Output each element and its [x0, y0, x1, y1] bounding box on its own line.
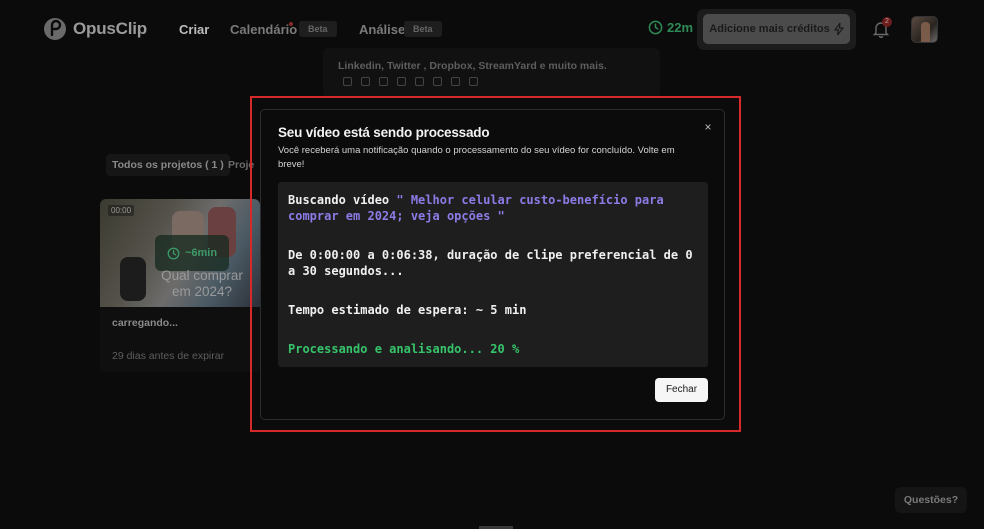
- source-panel: [323, 48, 660, 98]
- project-title: carregando...: [112, 317, 178, 329]
- add-credits-button-wrap: Adicione mais créditos: [697, 9, 856, 50]
- avatar[interactable]: [911, 16, 938, 43]
- opusclip-logo-icon: [44, 18, 66, 40]
- tab-all-projects[interactable]: Todos os projetos ( 1 ): [106, 154, 230, 176]
- lightning-icon: [834, 23, 844, 35]
- add-credits-label: Adicione mais créditos: [709, 23, 830, 35]
- new-indicator-dot: [289, 22, 293, 26]
- beta-badge-calendario: Beta: [299, 21, 337, 37]
- logo-text: OpusClip: [73, 19, 147, 38]
- notification-badge: 2: [882, 17, 892, 27]
- project-card[interactable]: 00:00 ~6min Qual comprar em 2024? carreg…: [100, 199, 260, 372]
- dropbox-icon: [469, 77, 478, 86]
- zoom-icon: [361, 77, 370, 86]
- project-thumbnail: 00:00 ~6min Qual comprar em 2024?: [100, 199, 260, 307]
- clock-icon: [648, 20, 663, 35]
- overlay-time: ~6min: [184, 247, 218, 259]
- thumbnail-caption: Qual comprar em 2024?: [161, 268, 243, 299]
- close-button[interactable]: Fechar: [655, 378, 708, 402]
- modal-subtitle: Você receberá uma notificação quando o p…: [278, 145, 675, 170]
- processing-modal: Seu vídeo está sendo processado Você rec…: [260, 109, 725, 420]
- pin-icon: [397, 77, 406, 86]
- log-wait-line: Tempo estimado de espera: ~ 5 min: [288, 303, 527, 317]
- twitter-icon: [451, 77, 460, 86]
- log-range-line: De 0:00:00 a 0:06:38, duração de clipe p…: [288, 248, 693, 278]
- nav-calendario[interactable]: Calendário: [230, 22, 297, 37]
- source-icons: [343, 77, 478, 86]
- source-text: Linkedin, Twitter , Dropbox, StreamYard …: [338, 60, 607, 72]
- modal-title: Seu vídeo está sendo processado: [278, 125, 490, 140]
- nav-analise[interactable]: Análise: [359, 22, 405, 37]
- linkedin-icon: [433, 77, 442, 86]
- video-icon: [379, 77, 388, 86]
- project-expiry: 29 dias antes de expirar: [112, 350, 225, 362]
- credits-time: 22m: [648, 20, 693, 35]
- log-search-line: Buscando vídeo " Melhor celular custo-be…: [288, 192, 700, 224]
- beta-badge-analise: Beta: [404, 21, 442, 37]
- phone-image: [120, 257, 146, 301]
- log-progress-line: Processando e analisando... 20 %: [288, 342, 520, 356]
- processing-log: Buscando vídeo " Melhor celular custo-be…: [278, 182, 708, 367]
- close-icon[interactable]: ×: [702, 121, 714, 133]
- facebook-icon: [415, 77, 424, 86]
- logo[interactable]: OpusClip: [43, 17, 147, 41]
- credits-time-value: 22m: [667, 20, 694, 35]
- help-button[interactable]: Questões?: [895, 487, 967, 513]
- add-credits-button[interactable]: Adicione mais créditos: [703, 14, 850, 44]
- vimeo-icon: [343, 77, 352, 86]
- processing-overlay: ~6min: [155, 235, 229, 271]
- thumbnail-tag: 00:00: [108, 205, 135, 216]
- clock-icon: [167, 247, 180, 259]
- log-search-prefix: Buscando vídeo: [288, 193, 397, 207]
- nav-criar[interactable]: Criar: [179, 22, 209, 37]
